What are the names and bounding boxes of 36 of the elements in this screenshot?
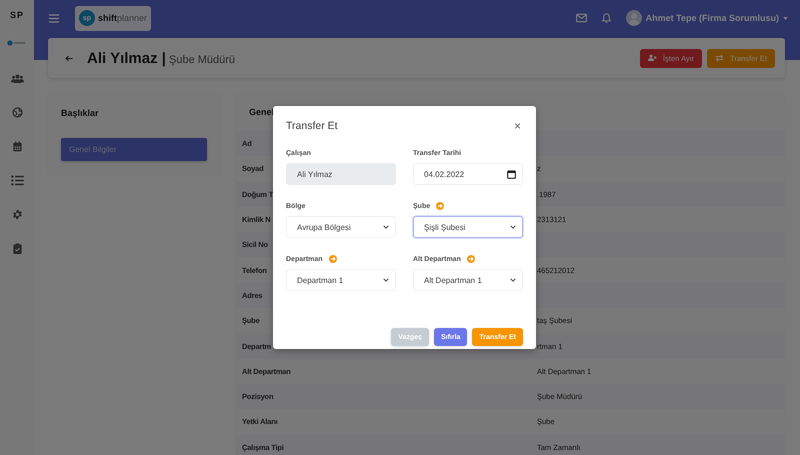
avatar-icon — [626, 10, 642, 26]
chevron-down-icon — [383, 278, 389, 282]
date-field[interactable]: 04.02.2022 — [413, 163, 523, 185]
dialog-title: Transfer Et — [286, 120, 338, 132]
logo-text: shiftplanner — [98, 13, 148, 23]
calendar-icon — [507, 170, 516, 178]
section-item[interactable]: Genel Bilgiler — [61, 138, 207, 161]
select-field[interactable]: Departman 1 — [286, 269, 396, 291]
arrow-circle-icon[interactable] — [328, 255, 337, 263]
mail-icon[interactable] — [576, 13, 587, 23]
logo-icon — [7, 40, 27, 46]
settings-icon[interactable] — [10, 209, 24, 220]
card-title: Başlıklar — [61, 108, 100, 118]
arrow-circle-icon[interactable] — [436, 202, 444, 210]
chevron-down-icon — [510, 225, 516, 229]
calendar-icon[interactable] — [10, 141, 24, 152]
user-menu[interactable]: Ahmet Tepe (Firma Sorumlusu) — [626, 10, 788, 26]
arrow-circle-icon[interactable] — [466, 255, 475, 263]
users-icon[interactable] — [10, 73, 24, 84]
select-field[interactable]: Avrupa Bölgesi — [286, 216, 396, 238]
menu-icon[interactable] — [49, 14, 59, 22]
person-remove-icon — [648, 54, 658, 62]
globe-icon[interactable] — [10, 107, 24, 118]
bell-icon[interactable] — [600, 13, 612, 23]
select-field[interactable]: Şişli Şubesi — [413, 216, 523, 238]
employee-title: Ali Yılmaz | Şube Müdürü — [87, 50, 236, 66]
caret-icon — [783, 16, 788, 20]
clipboard-check-icon[interactable] — [10, 243, 24, 254]
chevron-down-icon — [383, 225, 389, 229]
list-icon[interactable] — [10, 175, 24, 186]
back-arrow-icon[interactable] — [65, 54, 73, 62]
select-field[interactable]: Alt Departman 1 — [413, 269, 523, 291]
close-button[interactable]: × — [512, 120, 523, 132]
brand-text: SP — [10, 10, 24, 20]
chevron-down-icon — [510, 278, 516, 282]
swap-icon — [715, 54, 724, 62]
